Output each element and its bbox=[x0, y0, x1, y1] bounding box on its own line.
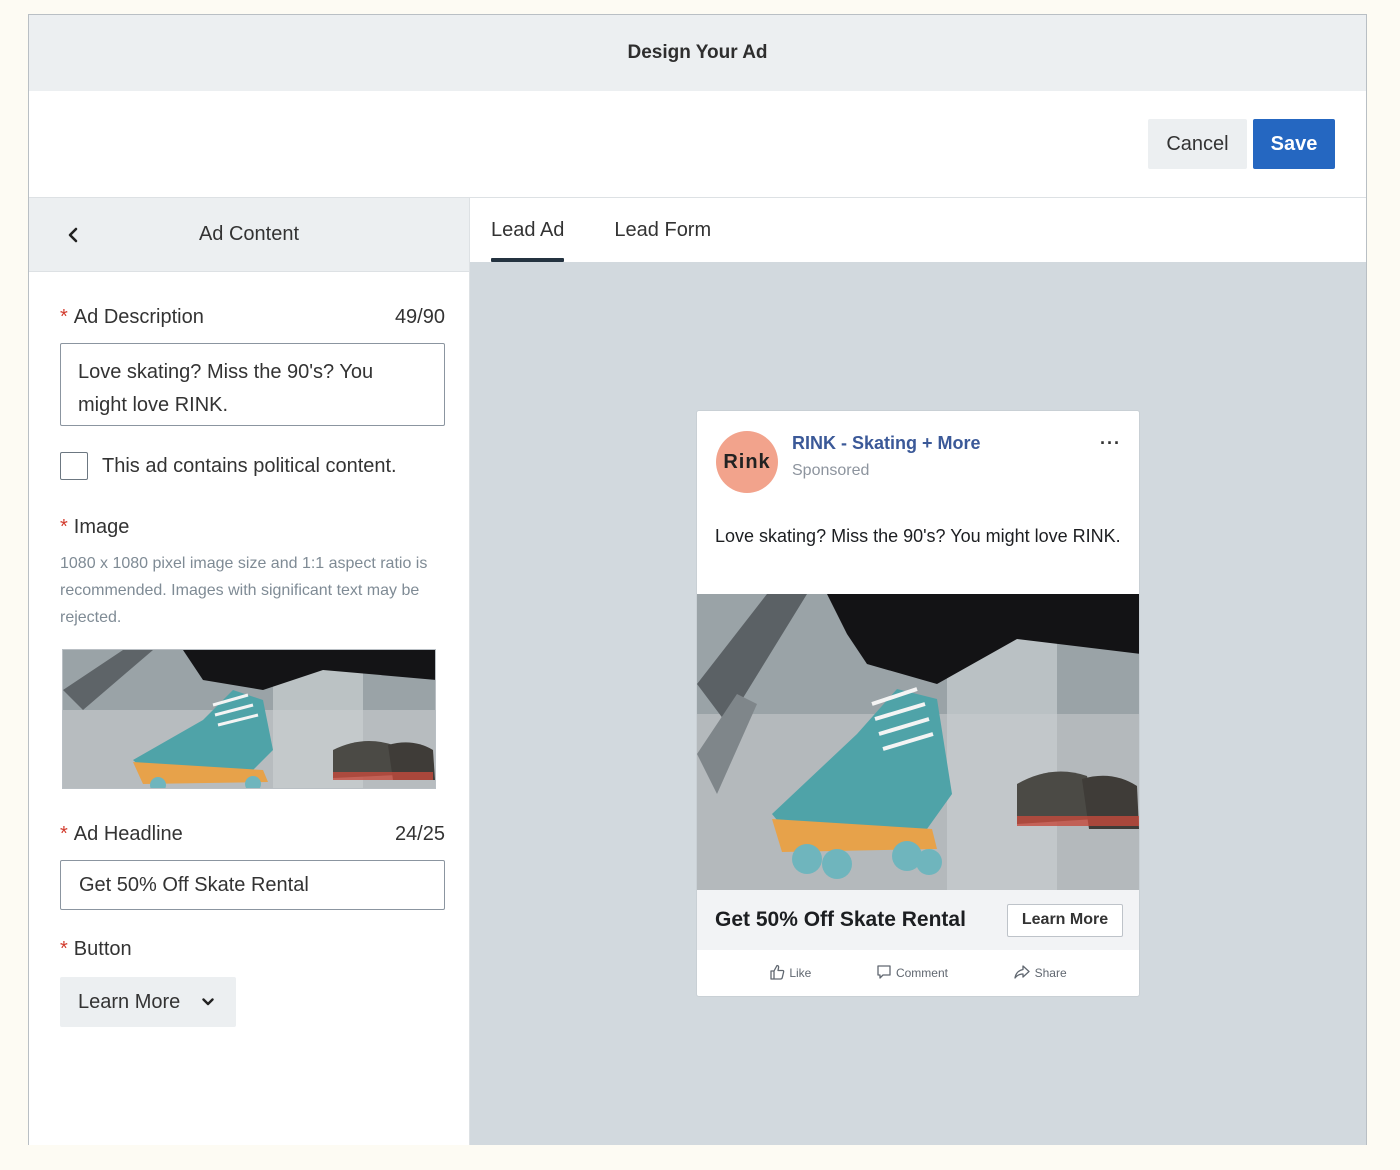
panel-title: Ad Content bbox=[198, 223, 300, 245]
required-marker: * bbox=[60, 823, 68, 845]
chevron-left-icon[interactable] bbox=[63, 224, 83, 246]
share-action[interactable]: Share bbox=[1013, 964, 1067, 983]
page-name[interactable]: RINK - Skating + More bbox=[792, 433, 981, 454]
share-icon bbox=[1013, 964, 1031, 983]
chevron-down-icon bbox=[202, 998, 214, 1006]
card-ad-image bbox=[697, 594, 1139, 890]
required-marker: * bbox=[60, 516, 68, 538]
required-marker: * bbox=[60, 306, 68, 328]
political-content-label: This ad contains political content. bbox=[102, 454, 397, 477]
image-label: * Image bbox=[60, 516, 130, 538]
button-type-select[interactable]: Learn More bbox=[60, 977, 236, 1027]
required-marker: * bbox=[60, 938, 68, 960]
ad-headline-counter: 24/25 bbox=[394, 823, 445, 845]
panel-header: Ad Content bbox=[29, 198, 469, 272]
comment-action[interactable]: Comment bbox=[876, 964, 948, 983]
ad-description-counter: 49/90 bbox=[394, 306, 445, 328]
image-hint: 1080 x 1080 pixel image size and 1:1 asp… bbox=[60, 555, 428, 626]
ad-preview-card: Rink RINK - Skating + More Sponsored ···… bbox=[696, 410, 1140, 997]
button-label-row: * Button bbox=[60, 938, 445, 961]
ad-image-thumbnail[interactable] bbox=[62, 649, 436, 789]
ad-headline-label-row: * Ad Headline 24/25 bbox=[60, 823, 445, 846]
button-type-value: Learn More bbox=[78, 990, 181, 1013]
ad-headline-input[interactable]: Get 50% Off Skate Rental bbox=[60, 860, 445, 910]
card-description: Love skating? Miss the 90's? You might l… bbox=[715, 526, 1121, 546]
cancel-button[interactable]: Cancel bbox=[1148, 119, 1247, 169]
main-content: Ad Content * Ad Description 49/90 Love sk… bbox=[29, 198, 1366, 1145]
card-actions: Like Comment Share bbox=[697, 950, 1139, 996]
ad-headline-label: * Ad Headline bbox=[60, 823, 183, 845]
comment-icon bbox=[876, 964, 892, 983]
design-ad-window: Design Your Ad Cancel Save Ad Content * A… bbox=[28, 14, 1367, 1145]
thumbs-up-icon bbox=[769, 964, 785, 983]
political-content-row: This ad contains political content. bbox=[60, 452, 445, 480]
tab-lead-form[interactable]: Lead Form bbox=[614, 219, 711, 262]
image-label-row: * Image bbox=[60, 516, 445, 539]
card-header: Rink RINK - Skating + More Sponsored ··· bbox=[697, 411, 1139, 511]
preview-panel: Lead Ad Lead Form Rink RINK - Skating + … bbox=[470, 198, 1366, 1145]
ad-content-panel: Ad Content * Ad Description 49/90 Love sk… bbox=[29, 198, 470, 1145]
button-label: * Button bbox=[60, 938, 132, 960]
preview-tabs: Lead Ad Lead Form bbox=[470, 198, 1366, 262]
ad-description-label: * Ad Description bbox=[60, 306, 204, 328]
ad-form: * Ad Description 49/90 Love skating? Miss… bbox=[29, 306, 469, 1027]
tab-lead-ad[interactable]: Lead Ad bbox=[491, 219, 565, 262]
ad-description-input[interactable]: Love skating? Miss the 90's? You might l… bbox=[60, 343, 445, 426]
save-button[interactable]: Save bbox=[1253, 119, 1335, 169]
card-headline: Get 50% Off Skate Rental bbox=[715, 908, 966, 931]
like-action[interactable]: Like bbox=[769, 964, 811, 983]
window-title: Design Your Ad bbox=[627, 42, 768, 63]
page-avatar: Rink bbox=[716, 431, 778, 493]
title-bar: Design Your Ad bbox=[29, 15, 1366, 91]
more-options-icon[interactable]: ··· bbox=[1100, 433, 1121, 454]
sponsored-label: Sponsored bbox=[792, 462, 870, 479]
toolbar: Cancel Save bbox=[29, 91, 1366, 198]
card-footer: Get 50% Off Skate Rental Learn More bbox=[697, 890, 1139, 950]
ad-description-label-row: * Ad Description 49/90 bbox=[60, 306, 445, 329]
political-content-checkbox[interactable] bbox=[60, 452, 88, 480]
learn-more-button[interactable]: Learn More bbox=[1007, 903, 1123, 937]
